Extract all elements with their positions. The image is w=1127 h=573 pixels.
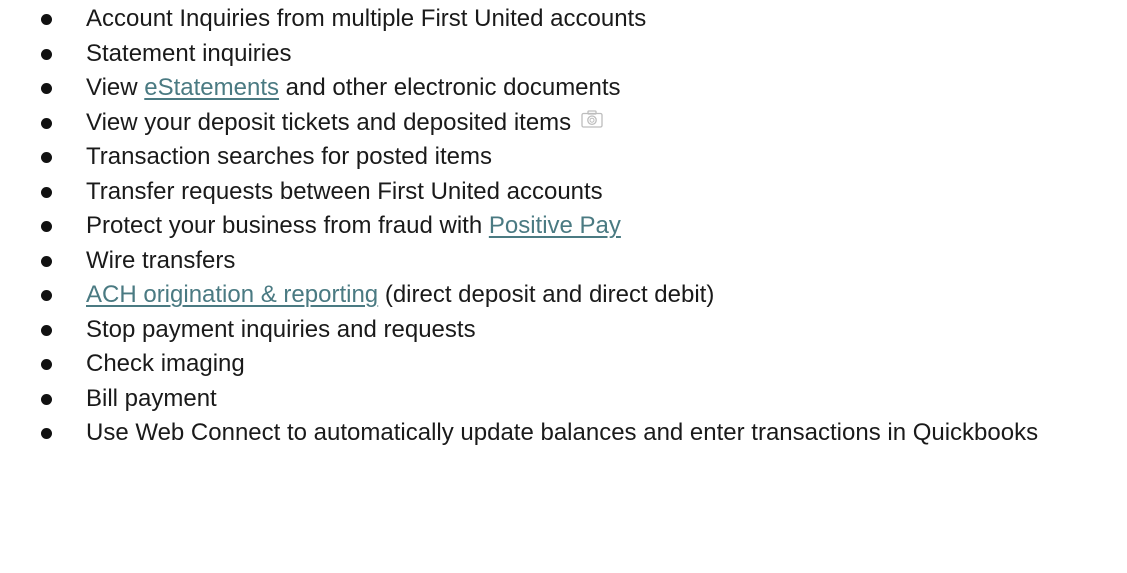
list-item-deposit-tickets: View your deposit tickets and deposited …	[0, 106, 1127, 141]
list-item-transfer-requests: Transfer requests between First United a…	[0, 175, 1127, 210]
item-text-before: View	[86, 74, 145, 101]
bullet-icon	[41, 255, 52, 267]
item-text: View your deposit tickets and deposited …	[86, 108, 572, 136]
item-text: Account Inquiries from multiple First Un…	[86, 5, 647, 32]
item-text: Use Web Connect to automatically update …	[86, 419, 1039, 446]
bullet-icon	[41, 186, 52, 198]
item-text-before: Protect your business from fraud with	[86, 212, 489, 239]
list-item-account-inquiries: Account Inquiries from multiple First Un…	[0, 2, 1127, 37]
bullet-icon	[41, 324, 52, 336]
list-item-web-connect: Use Web Connect to automatically update …	[0, 416, 1127, 451]
list-item-check-imaging: Check imaging	[0, 347, 1127, 382]
bullet-icon	[41, 152, 52, 163]
bullet-icon	[41, 14, 52, 25]
feature-list: Account Inquiries from multiple First Un…	[0, 2, 1127, 451]
item-text: Transfer requests between First United a…	[86, 177, 603, 205]
item-text: Bill payment	[86, 384, 217, 412]
item-text: Statement inquiries	[86, 39, 292, 67]
item-text: Stop payment inquiries and requests	[86, 315, 476, 343]
bullet-icon	[41, 290, 52, 301]
bullet-icon	[41, 393, 52, 405]
bullet-icon	[41, 221, 52, 232]
bullet-icon	[41, 83, 52, 94]
list-item-positive-pay: Protect your business from fraud with Po…	[0, 209, 1127, 244]
camera-icon[interactable]	[581, 104, 603, 128]
list-item-statement-inquiries: Statement inquiries	[0, 37, 1127, 72]
bullet-icon	[41, 117, 52, 129]
bullet-icon	[41, 48, 52, 60]
list-item-wire-transfers: Wire transfers	[0, 244, 1127, 279]
list-item-transaction-searches: Transaction searches for posted items	[0, 140, 1127, 175]
ach-origination-link[interactable]: ACH origination & reporting	[86, 281, 378, 308]
item-text-after: and other electronic documents	[279, 74, 621, 101]
item-text: Transaction searches for posted items	[86, 143, 492, 170]
item-text: Wire transfers	[86, 246, 236, 274]
list-item-estatements: View eStatements and other electronic do…	[0, 71, 1127, 106]
bullet-icon	[41, 359, 52, 370]
estatements-link[interactable]: eStatements	[144, 74, 279, 101]
list-item-ach: ACH origination & reporting (direct depo…	[0, 278, 1127, 313]
item-text-after: (direct deposit and direct debit)	[378, 281, 715, 308]
list-item-stop-payment: Stop payment inquiries and requests	[0, 313, 1127, 348]
bullet-icon	[41, 428, 52, 439]
positive-pay-link[interactable]: Positive Pay	[489, 212, 621, 239]
item-text: Check imaging	[86, 350, 245, 377]
list-item-bill-payment: Bill payment	[0, 382, 1127, 417]
